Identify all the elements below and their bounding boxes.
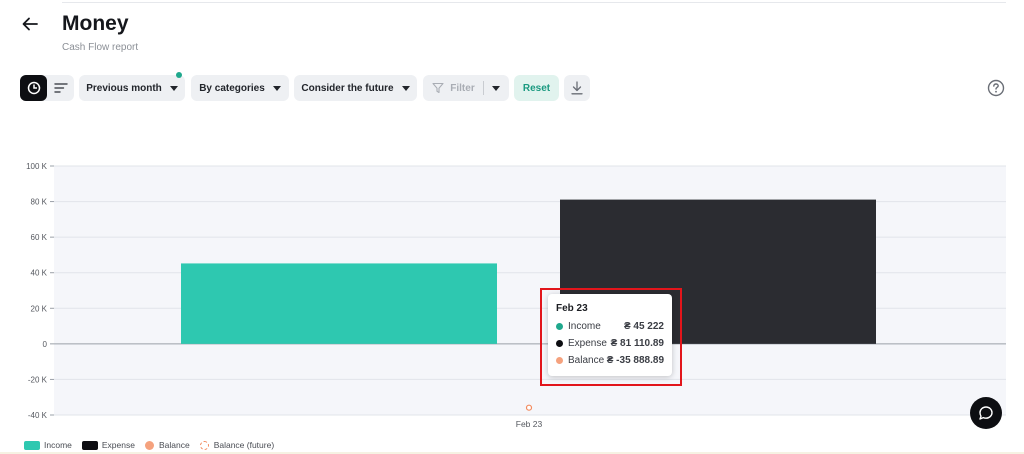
caret-down-icon [169, 85, 178, 91]
chart-view-button[interactable] [20, 75, 47, 101]
view-toggle [20, 75, 74, 101]
legend-item-balance-future[interactable]: Balance (future) [199, 440, 275, 450]
pie-chart-icon [27, 81, 40, 95]
period-dropdown[interactable]: Previous month [79, 72, 185, 101]
chat-bubble-icon [979, 406, 993, 420]
x-tick-label: Feb 23 [516, 419, 543, 429]
bar-income [181, 263, 497, 344]
group-dropdown[interactable]: By categories [191, 75, 289, 101]
y-tick-label: 60 K [31, 233, 48, 242]
legend-label: Balance (future) [213, 440, 275, 450]
y-tick-label: -20 K [28, 375, 48, 384]
chart-legend: Income Expense Balance Balance (future) [24, 439, 284, 451]
y-tick-label: 80 K [31, 198, 48, 207]
chat-button[interactable] [970, 397, 1002, 429]
legend-label: Expense [101, 440, 135, 450]
list-view-button[interactable] [47, 75, 74, 101]
question-circle-icon [987, 79, 1005, 97]
legend-item-balance[interactable]: Balance [144, 440, 190, 450]
expense-swatch [81, 440, 98, 450]
group-label: By categories [199, 82, 265, 94]
filter-divider [482, 81, 484, 95]
y-tick-label: 20 K [31, 304, 48, 313]
reset-button[interactable]: Reset [514, 75, 559, 101]
legend-label: Balance [158, 440, 190, 450]
legend-label: Income [44, 440, 72, 450]
caret-down-icon [272, 85, 281, 91]
back-button[interactable] [18, 12, 42, 36]
period-label: Previous month [86, 82, 162, 94]
legend-item-expense[interactable]: Expense [81, 440, 135, 450]
balance-future-swatch [199, 440, 209, 450]
download-icon [571, 81, 583, 95]
sort-lines-icon [53, 83, 68, 93]
y-tick-label: 100 K [26, 162, 48, 171]
future-label: Consider the future [301, 82, 394, 94]
help-button[interactable] [987, 79, 1005, 97]
header-divider [62, 2, 1006, 3]
balance-point [525, 404, 533, 411]
caret-down-icon [401, 85, 410, 91]
download-button[interactable] [564, 75, 590, 101]
page-title: Money [62, 12, 129, 35]
filter-label: Filter [450, 82, 475, 94]
highlight-box [540, 288, 682, 386]
reset-label: Reset [522, 82, 551, 94]
funnel-icon [432, 82, 444, 94]
future-dropdown[interactable]: Consider the future [294, 75, 417, 101]
y-tick-label: 40 K [31, 269, 48, 278]
legend-item-income[interactable]: Income [24, 440, 72, 450]
caret-down-icon[interactable] [491, 85, 500, 91]
arrow-left-icon [22, 17, 38, 31]
y-tick-label: -40 K [28, 411, 48, 420]
page-subtitle: Cash Flow report [62, 42, 139, 53]
y-tick-label: 0 [43, 340, 48, 349]
filter-button[interactable]: Filter [423, 75, 509, 101]
cash-flow-chart: 100 K 80 K 60 K 40 K 20 K 0 -20 K -40 K Feb 23 [26, 162, 1006, 429]
active-indicator-dot [176, 72, 182, 78]
balance-swatch [144, 440, 154, 450]
income-swatch [24, 440, 40, 450]
